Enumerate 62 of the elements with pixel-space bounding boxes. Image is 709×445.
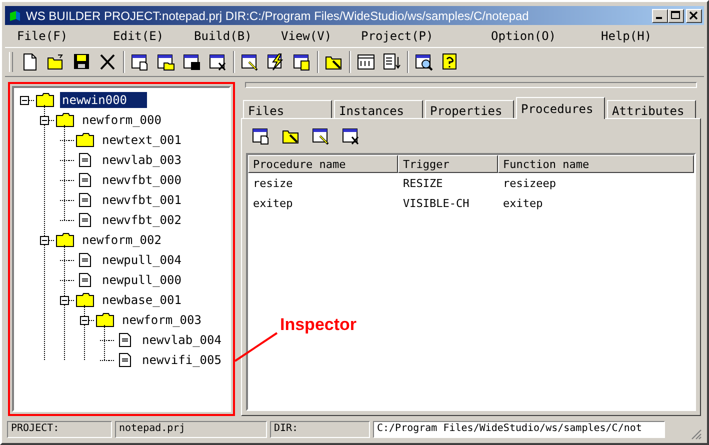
menu-item[interactable]: Help(H) [601, 29, 652, 43]
collapse-toggle[interactable] [80, 316, 89, 324]
table-cell-text: exitep [252, 196, 294, 210]
annotation-label: Inspector [280, 315, 357, 335]
document-icon [116, 353, 134, 367]
tree-item[interactable]: newvifi_005 [140, 352, 224, 368]
tab[interactable]: Attributes [607, 100, 696, 118]
status-field: PROJECT: [7, 420, 112, 438]
menu-item[interactable]: Option(O) [491, 29, 556, 43]
tree-item[interactable]: newtext_001 [100, 132, 184, 148]
collapse-toggle[interactable] [60, 296, 69, 304]
column-header[interactable]: Procedure name [248, 155, 398, 173]
folder-icon [76, 133, 94, 147]
column-header[interactable]: Function name [498, 155, 694, 173]
tree-item[interactable]: newvfbt_001 [100, 192, 184, 208]
document-icon [76, 253, 94, 267]
tab[interactable]: Properties [425, 100, 514, 118]
collapse-toggle[interactable] [40, 236, 49, 244]
document-icon [76, 153, 94, 167]
document-icon [76, 173, 94, 187]
maximize-button[interactable] [668, 8, 684, 22]
document-icon [76, 193, 94, 207]
collapse-toggle[interactable] [40, 116, 49, 124]
tab[interactable]: Files [243, 100, 332, 118]
resize-grip-icon [690, 428, 702, 440]
tab[interactable]: Instances [334, 100, 423, 118]
minimize-button[interactable] [652, 8, 668, 22]
menu-item[interactable]: Project(P) [361, 29, 434, 43]
collapse-toggle[interactable] [20, 96, 29, 104]
tree-item[interactable]: newvfbt_000 [100, 172, 184, 188]
column-header[interactable]: Trigger [398, 155, 498, 173]
window-title: WS BUILDER PROJECT:notepad.prj DIR:C:/Program Files/WideStudio/ws/samples/C/notepad [26, 8, 530, 22]
document-icon [76, 273, 94, 287]
status-field: DIR: [270, 420, 370, 438]
tab[interactable]: Procedures [516, 97, 605, 119]
close-button[interactable] [686, 8, 702, 22]
menu-item[interactable]: File(F) [17, 29, 68, 43]
document-icon [116, 333, 134, 347]
tree-item[interactable]: newpull_000 [100, 272, 184, 288]
tree-item[interactable]: newvfbt_002 [100, 212, 184, 228]
table-cell-text: RESIZE [402, 176, 444, 190]
status-field: notepad.prj [115, 420, 267, 438]
menu-item[interactable]: Build(B) [194, 29, 252, 43]
table-cell-text: resizeep [502, 176, 557, 190]
table-cell-text: exitep [502, 196, 544, 210]
close-icon [689, 11, 699, 20]
menu-item[interactable]: View(V) [281, 29, 332, 43]
app-icon [9, 10, 21, 22]
menu-item[interactable]: Edit(E) [113, 29, 164, 43]
tree-item[interactable]: newwin000 [60, 92, 148, 108]
table-cell-text: VISIBLE-CH [402, 196, 470, 210]
tree-item[interactable]: newform_002 [80, 232, 164, 248]
document-icon [76, 213, 94, 227]
tree-item[interactable]: newbase_001 [100, 292, 184, 308]
tree-item[interactable]: newpull_004 [100, 252, 184, 268]
status-field: C:/Program Files/WideStudio/ws/samples/C/not [373, 420, 665, 438]
tree-item[interactable]: newform_000 [80, 112, 164, 128]
tree-item[interactable]: newform_003 [120, 312, 204, 328]
tree-item[interactable]: newvlab_003 [100, 152, 184, 168]
table-cell-text: resize [252, 176, 294, 190]
tree-item[interactable]: newvlab_004 [140, 332, 224, 348]
maximize-icon [671, 11, 681, 20]
